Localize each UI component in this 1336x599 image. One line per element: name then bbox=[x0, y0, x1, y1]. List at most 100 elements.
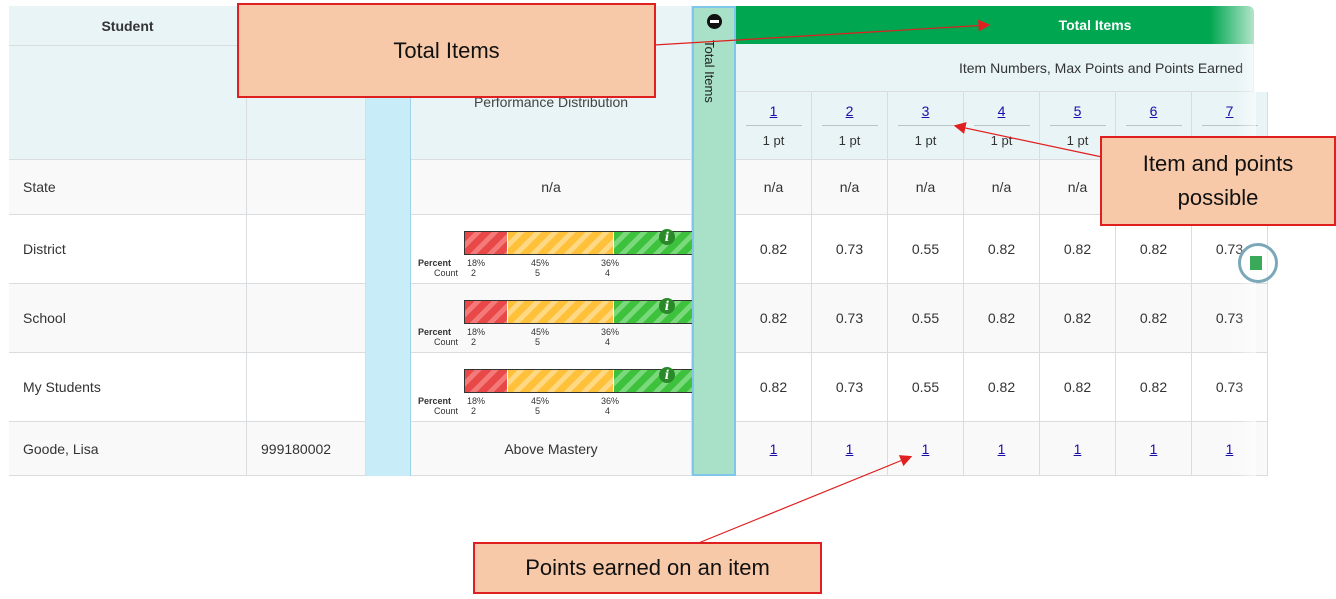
item-header-cell: 2 1 pt bbox=[812, 92, 888, 160]
item-number-link[interactable]: 2 bbox=[821, 103, 878, 126]
item-value: n/a bbox=[1067, 179, 1088, 195]
points-earned-cell: 1 bbox=[812, 422, 888, 476]
count-value: 2 bbox=[471, 337, 477, 347]
item-value-cell: n/a bbox=[812, 160, 888, 215]
points-earned-cell: 1 bbox=[1040, 422, 1116, 476]
points-earned-link[interactable]: 1 bbox=[1150, 441, 1158, 457]
student-id bbox=[247, 160, 366, 215]
item-value: 0.82 bbox=[759, 379, 788, 395]
percent-value: 36% bbox=[601, 327, 620, 337]
info-icon[interactable]: i bbox=[659, 367, 675, 383]
collapse-icon[interactable] bbox=[707, 14, 722, 29]
scroll-right-button[interactable] bbox=[1238, 243, 1278, 283]
callout-points-earned: Points earned on an item bbox=[473, 542, 822, 594]
points-earned-cell: 1 bbox=[736, 422, 812, 476]
count-value: 2 bbox=[471, 268, 477, 278]
points-earned-cell: 1 bbox=[964, 422, 1040, 476]
count-label: Count bbox=[434, 406, 459, 416]
count-value: 5 bbox=[535, 337, 541, 347]
performance-distribution-bar[interactable]: i Percent Count 18% 45% 36% 2 5 4 bbox=[411, 284, 700, 353]
item-value: 0.82 bbox=[1063, 241, 1092, 257]
item-value-cell: 0.82 bbox=[1116, 284, 1192, 353]
student-id bbox=[247, 284, 366, 353]
student-id bbox=[247, 353, 366, 422]
points-earned-link[interactable]: 1 bbox=[770, 441, 778, 457]
segment-below bbox=[465, 232, 507, 254]
percent-value: 36% bbox=[601, 396, 620, 406]
item-header-cell: 4 1 pt bbox=[964, 92, 1040, 160]
item-value: 0.82 bbox=[987, 379, 1016, 395]
item-value-cell: 0.73 bbox=[1192, 284, 1268, 353]
segment-above bbox=[613, 301, 699, 323]
item-value: 0.82 bbox=[759, 241, 788, 257]
performance-text: Above Mastery bbox=[411, 422, 692, 476]
group-title-label: Total Items bbox=[1058, 17, 1132, 33]
item-value-cell: 0.82 bbox=[736, 353, 812, 422]
item-number-link[interactable]: 6 bbox=[1125, 103, 1182, 126]
item-number-link[interactable]: 1 bbox=[745, 103, 802, 126]
segment-near bbox=[507, 370, 614, 392]
segment-below bbox=[465, 370, 507, 392]
segment-above bbox=[613, 232, 699, 254]
percent-value: 45% bbox=[531, 396, 550, 406]
percent-value: 18% bbox=[467, 396, 486, 406]
item-points-label: 1 pt bbox=[990, 133, 1013, 148]
count-value: 4 bbox=[605, 406, 611, 416]
item-value: 0.55 bbox=[911, 379, 940, 395]
total-items-collapsed-column[interactable]: Total Items bbox=[692, 6, 736, 476]
performance-distribution-bar[interactable]: i Percent Count 18% 45% 36% 2 5 4 bbox=[411, 215, 700, 284]
item-number-link[interactable]: 5 bbox=[1049, 103, 1106, 126]
collapsed-column-label: Total Items bbox=[702, 40, 717, 103]
item-value: 0.82 bbox=[1139, 310, 1168, 326]
item-value-cell: n/a bbox=[736, 160, 812, 215]
points-earned-link[interactable]: 1 bbox=[998, 441, 1006, 457]
item-value: n/a bbox=[839, 179, 860, 195]
item-value-cell: 0.82 bbox=[964, 284, 1040, 353]
info-icon[interactable]: i bbox=[659, 298, 675, 314]
segment-near bbox=[507, 232, 614, 254]
item-value-cell: n/a bbox=[964, 160, 1040, 215]
points-earned-link[interactable]: 1 bbox=[1074, 441, 1082, 457]
percent-value: 45% bbox=[531, 327, 550, 337]
item-points-label: 1 pt bbox=[762, 133, 785, 148]
item-value-cell: 0.82 bbox=[964, 353, 1040, 422]
item-value-cell: 0.73 bbox=[1192, 353, 1268, 422]
points-earned-link[interactable]: 1 bbox=[846, 441, 854, 457]
item-value-cell: 0.55 bbox=[888, 215, 964, 284]
student-id: 999180002 bbox=[247, 422, 366, 476]
segment-below bbox=[465, 301, 507, 323]
points-earned-link[interactable]: 1 bbox=[1226, 441, 1234, 457]
count-value: 2 bbox=[471, 406, 477, 416]
percent-value: 45% bbox=[531, 258, 550, 268]
info-icon[interactable]: i bbox=[659, 229, 675, 245]
percent-value: 18% bbox=[467, 258, 486, 268]
percent-value: 36% bbox=[601, 258, 620, 268]
count-value: 4 bbox=[605, 268, 611, 278]
item-number-link[interactable]: 4 bbox=[973, 103, 1030, 126]
item-points-label: 1 pt bbox=[838, 133, 861, 148]
item-value-cell: 0.82 bbox=[1040, 284, 1116, 353]
item-value-cell: 0.82 bbox=[1116, 353, 1192, 422]
total-items-group-header[interactable]: Total Items bbox=[736, 6, 1254, 44]
item-value: 0.73 bbox=[835, 310, 864, 326]
item-value: 0.82 bbox=[987, 241, 1016, 257]
count-label: Count bbox=[434, 268, 459, 278]
item-value: 0.82 bbox=[1063, 379, 1092, 395]
student-column-header[interactable]: Student bbox=[9, 6, 247, 46]
student-header-cell bbox=[9, 46, 247, 160]
count-value: 4 bbox=[605, 337, 611, 347]
item-value-cell: 0.82 bbox=[736, 284, 812, 353]
item-value: 0.82 bbox=[1063, 310, 1092, 326]
item-number-link[interactable]: 3 bbox=[897, 103, 954, 126]
item-value-cell: 0.55 bbox=[888, 353, 964, 422]
item-value: n/a bbox=[991, 179, 1012, 195]
performance-distribution-bar[interactable]: i Percent Count 18% 45% 36% 2 5 4 bbox=[411, 353, 700, 422]
item-value: 0.55 bbox=[911, 310, 940, 326]
item-value: 0.82 bbox=[1139, 379, 1168, 395]
percent-label: Percent bbox=[418, 258, 452, 268]
percent-label: Percent bbox=[418, 327, 452, 337]
segment-above bbox=[613, 370, 699, 392]
points-earned-link[interactable]: 1 bbox=[922, 441, 930, 457]
points-earned-cell: 1 bbox=[1116, 422, 1192, 476]
item-value: 0.73 bbox=[835, 241, 864, 257]
